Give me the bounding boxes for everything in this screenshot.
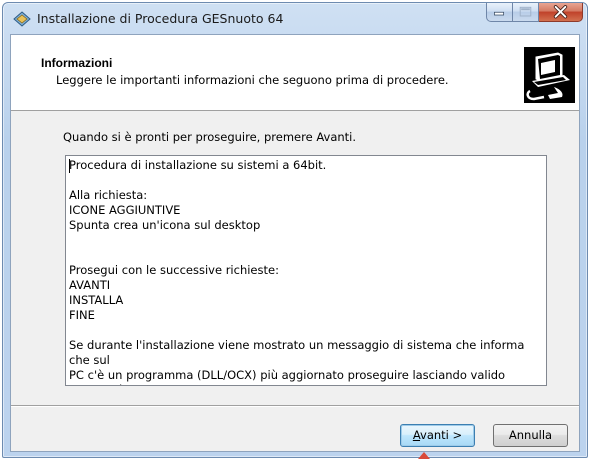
next-button[interactable]: Avanti >: [400, 424, 475, 447]
wizard-header: Informazioni Leggere le importanti infor…: [11, 35, 579, 111]
title-bar[interactable]: Installazione di Procedura GESnuoto 64: [3, 3, 587, 33]
memo-line: [69, 233, 540, 248]
installer-computer-icon: [524, 47, 575, 103]
page-subtitle: Leggere le importanti informazioni che s…: [56, 73, 449, 87]
memo-line: [69, 248, 540, 263]
memo-line: FINE: [69, 308, 95, 322]
maximize-icon: [519, 6, 532, 17]
page-title: Informazioni: [41, 56, 113, 70]
next-label: vanti >: [420, 428, 463, 442]
minimize-icon: [494, 11, 505, 16]
close-icon: [553, 5, 568, 19]
memo-line: AVANTI: [69, 278, 111, 292]
proceed-instruction: Quando si è pronti per proseguire, preme…: [63, 130, 357, 144]
memo-line: Spunta crea un'icona sul desktop: [69, 218, 261, 232]
memo-line: [69, 173, 540, 188]
memo-line: Alla richiesta:: [69, 188, 148, 202]
memo-line: Procedura di installazione su sistemi a …: [69, 158, 327, 172]
cancel-button[interactable]: Annulla: [493, 424, 568, 447]
memo-line: Se durante l'installazione viene mostrat…: [69, 338, 529, 367]
minimize-button[interactable]: [486, 3, 513, 22]
info-memo-text: Procedura di installazione su sistemi a …: [69, 158, 540, 385]
memo-line: Prosegui con le successive richieste:: [69, 263, 279, 277]
window-title: Installazione di Procedura GESnuoto 64: [37, 11, 284, 26]
footer-separator: [11, 405, 579, 407]
memo-line: PC c'è un programma (DLL/OCX) più aggior…: [69, 368, 506, 385]
close-button[interactable]: [539, 3, 583, 22]
caption-buttons: [486, 3, 583, 23]
installer-window: Installazione di Procedura GESnuoto 64 I…: [2, 2, 588, 458]
maximize-button[interactable]: [513, 3, 539, 22]
setup-icon[interactable]: [13, 11, 31, 27]
wizard-client-area: Informazioni Leggere le importanti infor…: [10, 34, 580, 452]
memo-line: [69, 323, 540, 338]
pointer-marker-icon: [418, 452, 430, 459]
info-memo[interactable]: Procedura di installazione su sistemi a …: [65, 155, 547, 386]
memo-line: INSTALLA: [69, 293, 124, 307]
memo-line: ICONE AGGIUNTIVE: [69, 203, 181, 217]
next-accelerator: A: [412, 428, 421, 442]
